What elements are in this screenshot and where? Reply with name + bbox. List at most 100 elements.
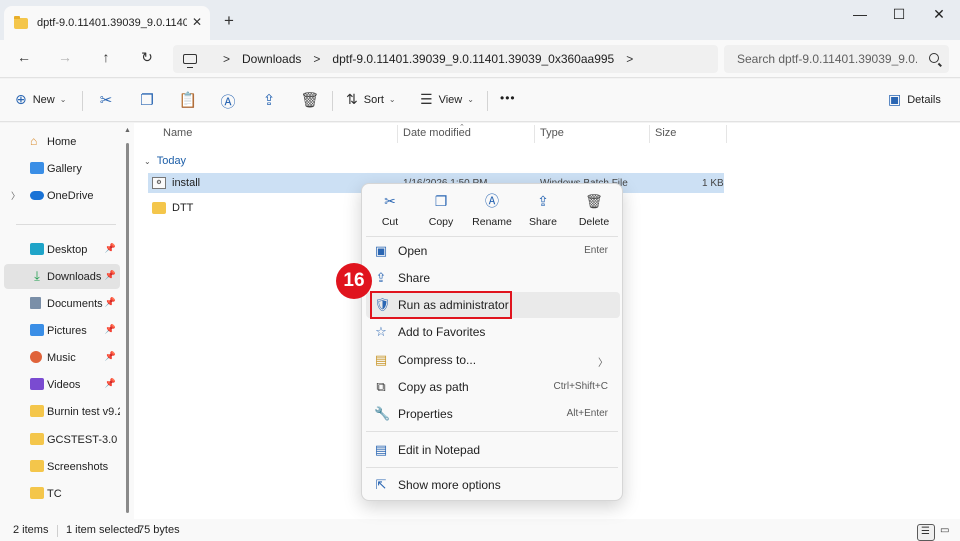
back-button[interactable]: ← [14, 49, 34, 65]
forward-button[interactable]: → [55, 49, 75, 65]
music-icon [30, 351, 42, 363]
column-divider[interactable] [726, 125, 727, 143]
sidebar-item-desktop[interactable]: Desktop 📌 [4, 237, 120, 262]
sort-button[interactable]: ⇅ Sort ⌄ [346, 91, 396, 108]
column-divider[interactable] [649, 125, 650, 143]
menu-item-show-more-options[interactable]: ⇱ Show more options [366, 472, 620, 498]
cut-icon[interactable]: ✂ [96, 91, 116, 109]
column-header-date[interactable]: Date modified [403, 127, 471, 139]
quick-action-label: Share [528, 216, 558, 228]
paste-icon[interactable]: 📋 [178, 91, 198, 109]
toolbar-divider [332, 91, 333, 111]
sidebar-item-music[interactable]: Music 📌 [4, 345, 120, 370]
column-header-type[interactable]: Type [540, 127, 564, 139]
up-button[interactable]: ↑ [96, 49, 116, 65]
star-icon: ☆ [375, 324, 387, 339]
menu-item-shortcut: Enter [584, 245, 608, 256]
context-cut-button[interactable]: ✂ Cut [364, 192, 416, 234]
sidebar-item-tc[interactable]: TC [4, 481, 120, 506]
menu-item-share[interactable]: ⇪ Share [366, 265, 620, 291]
tab-close-icon[interactable]: ✕ [192, 15, 202, 29]
sidebar-item-label: TC [47, 487, 62, 500]
breadcrumb-separator[interactable]: > [626, 52, 633, 66]
breadcrumb-current-folder[interactable]: dptf-9.0.11401.39039_9.0.11401.39039_0x3… [332, 52, 614, 66]
wrench-icon: 🔧 [374, 406, 391, 421]
file-size: 1 KB [702, 177, 724, 189]
new-button[interactable]: ⊕ New ⌄ [15, 91, 66, 108]
more-options-button[interactable]: ••• [500, 91, 516, 105]
sidebar-item-gallery[interactable]: Gallery [4, 156, 120, 181]
delete-icon[interactable]: 🗑 [300, 91, 320, 109]
sidebar-item-label: Pictures [47, 324, 87, 337]
file-name: DTT [172, 202, 194, 214]
pin-icon[interactable]: 📌 [105, 324, 116, 335]
close-button[interactable]: ✕ [924, 6, 954, 23]
details-view-button[interactable]: ☰ [917, 524, 935, 541]
window-tab[interactable]: dptf-9.0.11401.39039_9.0.11401 ✕ [4, 6, 210, 40]
sidebar-item-screenshots[interactable]: Screenshots [4, 454, 120, 479]
column-header-size[interactable]: Size [655, 127, 676, 139]
sidebar-item-pictures[interactable]: Pictures 📌 [4, 318, 120, 343]
rename-icon[interactable]: Ⓐ [218, 91, 238, 112]
sort-label: Sort [363, 93, 384, 106]
menu-item-open[interactable]: ▣ Open Enter [366, 238, 620, 264]
context-copy-button[interactable]: ❐ Copy [415, 192, 467, 234]
sidebar-scrollbar[interactable]: ▲ [122, 123, 134, 519]
pin-icon[interactable]: 📌 [105, 378, 116, 389]
tiles-view-button[interactable]: ▭ [937, 524, 955, 541]
copy-icon[interactable]: ❐ [137, 91, 157, 109]
title-bar: dptf-9.0.11401.39039_9.0.11401 ✕ + — ☐ ✕ [0, 0, 960, 40]
menu-item-copy-as-path[interactable]: ⧉ Copy as path Ctrl+Shift+C [366, 374, 620, 400]
view-button[interactable]: ☰ View ⌄ [420, 91, 474, 108]
pin-icon[interactable]: 📌 [105, 351, 116, 362]
open-icon: ▣ [374, 243, 388, 258]
breadcrumb-separator[interactable]: > [313, 52, 320, 66]
scroll-up-icon[interactable]: ▲ [124, 127, 131, 134]
share-icon: ⇪ [375, 270, 387, 285]
menu-item-compress-to[interactable]: ▤ Compress to... 〉 [366, 347, 620, 373]
sidebar-item-videos[interactable]: Videos 📌 [4, 372, 120, 397]
breadcrumb-separator[interactable]: > [223, 52, 230, 66]
column-header-name[interactable]: Name [163, 127, 192, 139]
minimize-button[interactable]: — [845, 6, 875, 22]
more-options-icon: ⇱ [375, 477, 387, 492]
sidebar-item-documents[interactable]: Documents 📌 [4, 291, 120, 316]
folder-icon [152, 202, 166, 214]
pin-icon[interactable]: 📌 [105, 297, 116, 308]
maximize-button[interactable]: ☐ [884, 6, 914, 23]
column-divider[interactable] [534, 125, 535, 143]
share-icon: ⇪ [537, 193, 549, 209]
scrollbar-thumb[interactable] [126, 143, 129, 513]
sidebar-item-home[interactable]: ⌂ Home [4, 129, 120, 154]
tab-title: dptf-9.0.11401.39039_9.0.11401 [37, 17, 187, 29]
gallery-icon [30, 162, 44, 174]
sidebar-item-gcstest[interactable]: GCSTEST-3.0 [4, 427, 120, 452]
breadcrumb-downloads[interactable]: Downloads [242, 52, 301, 66]
share-icon[interactable]: ⇪ [259, 91, 279, 109]
column-divider[interactable] [397, 125, 398, 143]
details-button[interactable]: ▣ Details [888, 91, 941, 108]
quick-action-label: Cut [381, 216, 399, 228]
menu-item-add-to-favorites[interactable]: ☆ Add to Favorites [366, 319, 620, 345]
context-delete-button[interactable]: 🗑 Delete [568, 192, 620, 234]
group-label: Today [156, 155, 187, 167]
search-box[interactable]: Search dptf-9.0.11401.39039_9.0. [724, 45, 949, 73]
sidebar-item-label: OneDrive [47, 189, 94, 202]
pin-icon[interactable]: 📌 [105, 270, 116, 281]
group-header-today[interactable]: ⌄ Today [144, 155, 186, 167]
address-row: ← → ↑ ↻ > Downloads > dptf-9.0.11401.390… [0, 40, 960, 78]
command-bar: ⊕ New ⌄ ✂ ❐ 📋 Ⓐ ⇪ 🗑 ⇅ Sort ⌄ ☰ View ⌄ ••… [0, 79, 960, 122]
context-rename-button[interactable]: Ⓐ Rename [466, 192, 518, 234]
menu-item-properties[interactable]: 🔧 Properties Alt+Enter [366, 401, 620, 427]
refresh-button[interactable]: ↻ [137, 49, 157, 66]
context-share-button[interactable]: ⇪ Share [517, 192, 569, 234]
sidebar-item-burnin-test[interactable]: Burnin test v9.2( [4, 399, 120, 424]
sidebar-item-label: Downloads [47, 270, 102, 283]
menu-item-edit-in-notepad[interactable]: ▤ Edit in Notepad [366, 437, 620, 463]
new-label: New [32, 93, 55, 106]
pin-icon[interactable]: 📌 [105, 243, 116, 254]
address-bar[interactable]: > Downloads > dptf-9.0.11401.39039_9.0.1… [173, 45, 718, 73]
new-tab-button[interactable]: + [224, 11, 234, 31]
sidebar-item-downloads[interactable]: ⤓ Downloads 📌 [4, 264, 120, 289]
sidebar-item-onedrive[interactable]: OneDrive [4, 183, 120, 208]
